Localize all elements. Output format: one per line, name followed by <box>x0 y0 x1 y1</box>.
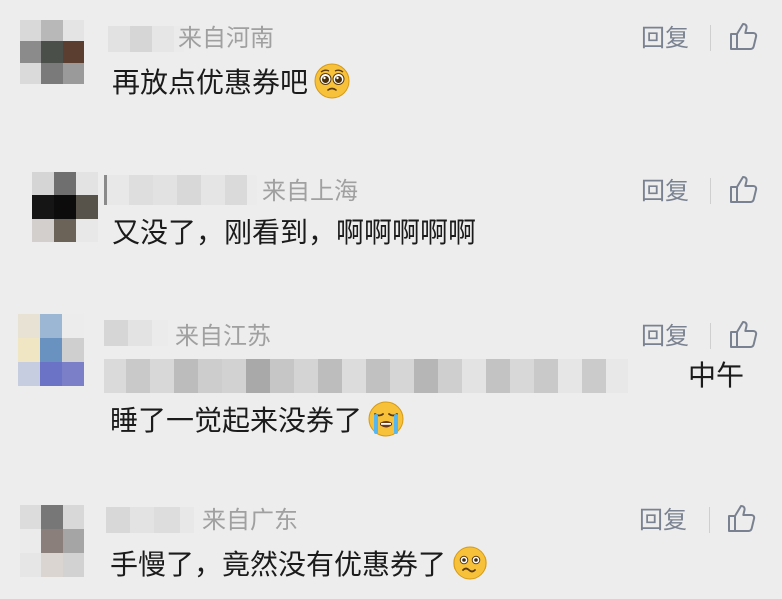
username-blurred[interactable] <box>108 26 184 52</box>
loudly-crying-face-emoji <box>368 401 404 437</box>
comment-text: 又没了，刚看到，啊啊啊啊啊 <box>112 215 476 251</box>
pleading-face-emoji <box>314 63 350 99</box>
thumbs-up-icon[interactable] <box>728 173 760 205</box>
reply-button[interactable]: 回复 <box>641 23 689 53</box>
thumbs-up-icon[interactable] <box>728 20 760 52</box>
avatar[interactable] <box>20 505 84 577</box>
comment-text: 手慢了，竟然没有优惠券了 <box>110 543 490 583</box>
blurred-text <box>104 359 628 393</box>
thumbs-up-icon[interactable] <box>728 318 760 350</box>
location-label: 来自河南 <box>178 24 274 52</box>
comment-text: 睡了一觉起来没券了 <box>110 399 406 439</box>
avatar[interactable] <box>20 20 84 84</box>
divider <box>710 323 711 349</box>
avatar[interactable] <box>18 314 84 386</box>
reply-button[interactable]: 回复 <box>639 505 687 535</box>
comment-text-content: 再放点优惠券吧 <box>112 66 309 99</box>
reply-button[interactable]: 回复 <box>641 176 689 206</box>
thumbs-up-icon[interactable] <box>726 502 758 534</box>
comment-text-content: 睡了一觉起来没券了 <box>110 404 363 437</box>
divider <box>710 178 711 204</box>
shaking-face-emoji <box>453 546 487 580</box>
username-blurred[interactable] <box>104 175 257 205</box>
reply-button[interactable]: 回复 <box>641 321 689 351</box>
comment-text-line1-tail: 中午 <box>688 359 745 392</box>
location-label: 来自江苏 <box>175 322 271 350</box>
username-blurred[interactable] <box>104 320 168 346</box>
divider <box>709 507 710 533</box>
username-blurred[interactable] <box>106 507 194 533</box>
location-label: 来自上海 <box>262 177 358 205</box>
avatar[interactable] <box>32 172 98 242</box>
divider <box>710 25 711 51</box>
comment-text: 再放点优惠券吧 <box>112 61 352 101</box>
comment-text-content: 又没了，刚看到，啊啊啊啊啊 <box>112 216 477 249</box>
location-label: 来自广东 <box>202 506 298 534</box>
comment-text-content: 手慢了，竟然没有优惠券了 <box>110 548 447 581</box>
